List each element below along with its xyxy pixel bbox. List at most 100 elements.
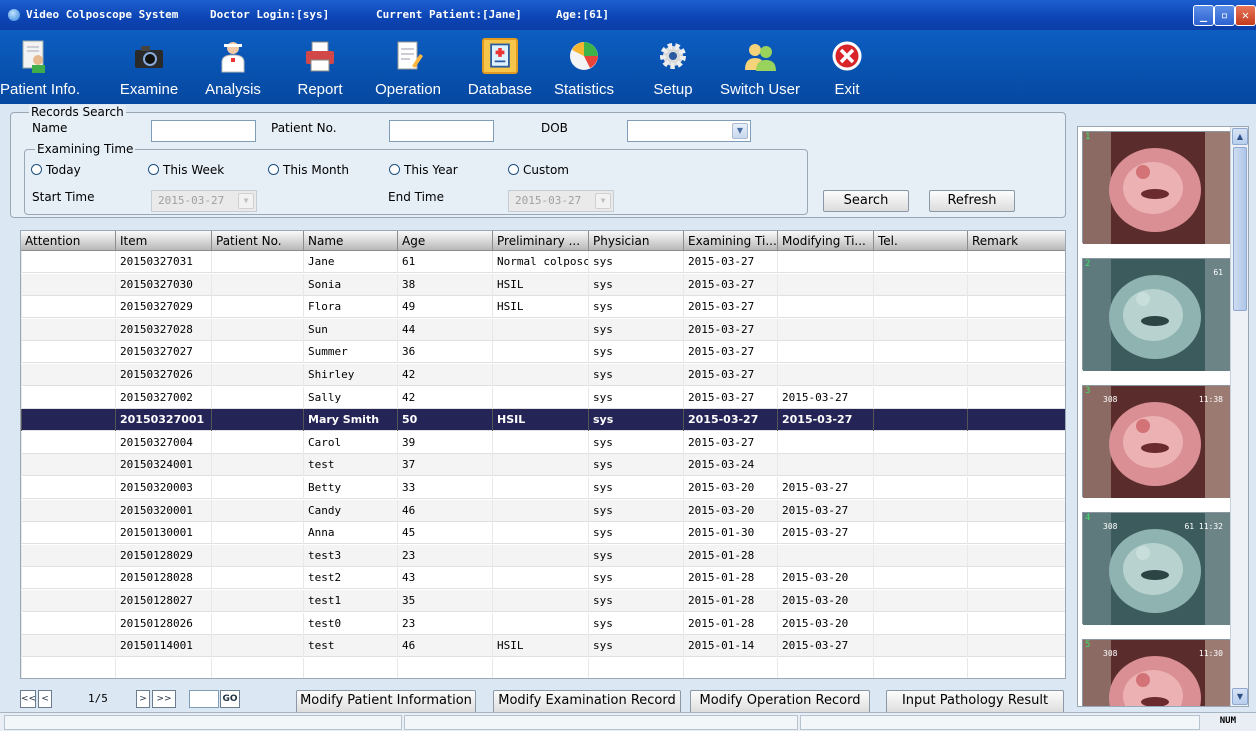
column-header[interactable]: Modifying Ti... xyxy=(777,231,873,251)
table-row[interactable]: 20150324001 test 37 sys 2015-03-24 xyxy=(21,454,1065,477)
scroll-down-icon[interactable]: ▼ xyxy=(1232,688,1248,705)
table-cell xyxy=(967,635,1065,658)
column-header[interactable]: Remark xyxy=(967,231,1065,251)
column-header[interactable]: Name xyxy=(303,231,397,251)
table-row[interactable]: 20150327031 Jane 61 Normal colposco sys 2015-… xyxy=(21,251,1065,273)
column-header[interactable]: Item xyxy=(115,231,211,251)
table-row[interactable]: 20150114001 test 46 HSIL sys 2015-01-14 2015-0… xyxy=(21,635,1065,658)
table-cell: sys xyxy=(588,454,683,477)
last-page-button[interactable]: >> xyxy=(152,690,176,708)
table-cell xyxy=(492,454,588,477)
radio-custom[interactable]: Custom xyxy=(508,163,569,177)
table-cell xyxy=(211,364,303,386)
thumbnails-scrollbar[interactable]: ▲ ▼ xyxy=(1230,127,1248,706)
table-cell: sys xyxy=(588,409,683,432)
image-thumbnail[interactable]: 4 308 61 11:32 xyxy=(1082,512,1233,625)
table-row[interactable]: 20150128028 test2 43 sys 2015-01-28 2015-03-2… xyxy=(21,567,1065,590)
radio-this-year[interactable]: This Year xyxy=(389,163,458,177)
table-cell: sys xyxy=(588,318,683,341)
column-header[interactable]: Attention xyxy=(21,231,115,251)
column-header[interactable]: Physician xyxy=(588,231,683,251)
table-cell: 2015-03-27 xyxy=(777,499,873,522)
table-row[interactable]: 20150327004 Carol 39 sys 2015-03-27 xyxy=(21,431,1065,454)
thumbnail-label-left: 308 xyxy=(1103,522,1118,531)
dob-label: DOB xyxy=(541,121,568,135)
image-thumbnail[interactable]: 2 61 xyxy=(1082,258,1233,371)
table-row[interactable]: 20150320003 Betty 33 sys 2015-03-20 2015-03-2… xyxy=(21,477,1065,499)
go-button[interactable]: GO xyxy=(220,690,240,708)
table-cell xyxy=(873,251,967,273)
table-row[interactable]: 20150327028 Sun 44 sys 2015-03-27 xyxy=(21,318,1065,341)
start-time-picker[interactable]: 2015-03-27 ▼ xyxy=(151,190,257,212)
column-header[interactable]: Preliminary ... xyxy=(492,231,588,251)
close-button[interactable]: ✕ xyxy=(1235,5,1256,26)
table-cell: 2015-03-27 xyxy=(683,251,777,273)
table-cell: 39 xyxy=(397,431,492,454)
table-row[interactable]: 20150327027 Summer 36 sys 2015-03-27 xyxy=(21,341,1065,364)
toolbar-examine[interactable]: Examine xyxy=(109,30,189,104)
radio-circle-icon xyxy=(268,164,279,175)
radio-today[interactable]: Today xyxy=(31,163,81,177)
name-input[interactable] xyxy=(151,120,256,142)
toolbar-switch-user[interactable]: Switch User xyxy=(712,30,808,104)
table-cell xyxy=(873,273,967,296)
table-cell xyxy=(211,499,303,522)
table-row[interactable]: 20150128027 test1 35 sys 2015-01-28 2015-03-2… xyxy=(21,590,1065,612)
dob-select[interactable]: ▼ xyxy=(627,120,751,142)
table-row[interactable]: 20150320001 Candy 46 sys 2015-03-20 2015-03-2… xyxy=(21,499,1065,522)
table-cell xyxy=(492,657,588,678)
prev-page-button[interactable]: < xyxy=(38,690,52,708)
minimize-button[interactable]: _ xyxy=(1193,5,1214,26)
toolbar-exit[interactable]: Exit xyxy=(824,30,870,104)
table-cell xyxy=(873,499,967,522)
radio-this-month[interactable]: This Month xyxy=(268,163,349,177)
toolbar-operation[interactable]: Operation xyxy=(368,30,448,104)
next-page-button[interactable]: > xyxy=(136,690,150,708)
table-cell: 49 xyxy=(397,296,492,319)
table-row[interactable]: 20150128026 test0 23 sys 2015-01-28 2015-03-2… xyxy=(21,612,1065,635)
modify-examination-record-button[interactable]: Modify Examination Record xyxy=(493,690,681,714)
input-pathology-result-button[interactable]: Input Pathology Result xyxy=(886,690,1064,714)
toolbar-statistics[interactable]: Statistics xyxy=(544,30,624,104)
table-cell: 20150324001 xyxy=(115,454,211,477)
search-button[interactable]: Search xyxy=(823,190,909,212)
table-cell: 2015-03-27 xyxy=(683,386,777,409)
column-header[interactable]: Tel. xyxy=(873,231,967,251)
page-number-input[interactable] xyxy=(189,690,219,708)
scroll-up-icon[interactable]: ▲ xyxy=(1232,128,1248,145)
refresh-button[interactable]: Refresh xyxy=(929,190,1015,212)
scroll-thumb[interactable] xyxy=(1233,147,1247,311)
table-cell xyxy=(211,341,303,364)
image-thumbnail[interactable]: 3 308 11:38 xyxy=(1082,385,1233,498)
table-cell xyxy=(211,454,303,477)
table-row[interactable]: 20150128029 test3 23 sys 2015-01-28 xyxy=(21,544,1065,567)
modify-patient-info-button[interactable]: Modify Patient Information xyxy=(296,690,476,714)
maximize-button[interactable]: ▫ xyxy=(1214,5,1235,26)
table-cell: 2015-03-20 xyxy=(777,567,873,590)
end-time-picker[interactable]: 2015-03-27 ▼ xyxy=(508,190,614,212)
toolbar-analysis[interactable]: Analysis xyxy=(195,30,271,104)
image-thumbnail[interactable]: 5 308 11:30 xyxy=(1082,639,1233,706)
toolbar-setup[interactable]: Setup xyxy=(643,30,703,104)
table-row[interactable]: 20150327030 Sonia 38 HSIL sys 2015-03-27 xyxy=(21,273,1065,296)
first-page-button[interactable]: << xyxy=(20,690,36,708)
table-cell xyxy=(967,409,1065,432)
table-row[interactable]: 20150327001 Mary Smith 50 HSIL sys 2015-03-27… xyxy=(21,409,1065,432)
modify-operation-record-button[interactable]: Modify Operation Record xyxy=(690,690,870,714)
table-row[interactable]: 20150327002 Sally 42 sys 2015-03-27 2015-03-2… xyxy=(21,386,1065,409)
radio-this-week[interactable]: This Week xyxy=(148,163,224,177)
toolbar-patient-info[interactable]: Patient Info. xyxy=(0,30,80,104)
table-row[interactable]: 20150327026 Shirley 42 sys 2015-03-27 xyxy=(21,364,1065,386)
patient-no-input[interactable] xyxy=(389,120,494,142)
toolbar-database[interactable]: Database xyxy=(459,30,541,104)
image-thumbnail[interactable]: 1 xyxy=(1082,131,1233,244)
column-header[interactable]: Examining Ti... xyxy=(683,231,777,251)
table-row[interactable]: 20150327029 Flora 49 HSIL sys 2015-03-27 xyxy=(21,296,1065,319)
table-cell: 2015-03-20 xyxy=(777,590,873,612)
toolbar-report[interactable]: Report xyxy=(287,30,353,104)
table-row[interactable]: 20150130001 Anna 45 sys 2015-01-30 2015-03-27 xyxy=(21,522,1065,545)
column-header[interactable]: Age xyxy=(397,231,492,251)
table-cell: 20150327029 xyxy=(115,296,211,319)
column-header[interactable]: Patient No. xyxy=(211,231,303,251)
table-cell xyxy=(21,567,115,590)
